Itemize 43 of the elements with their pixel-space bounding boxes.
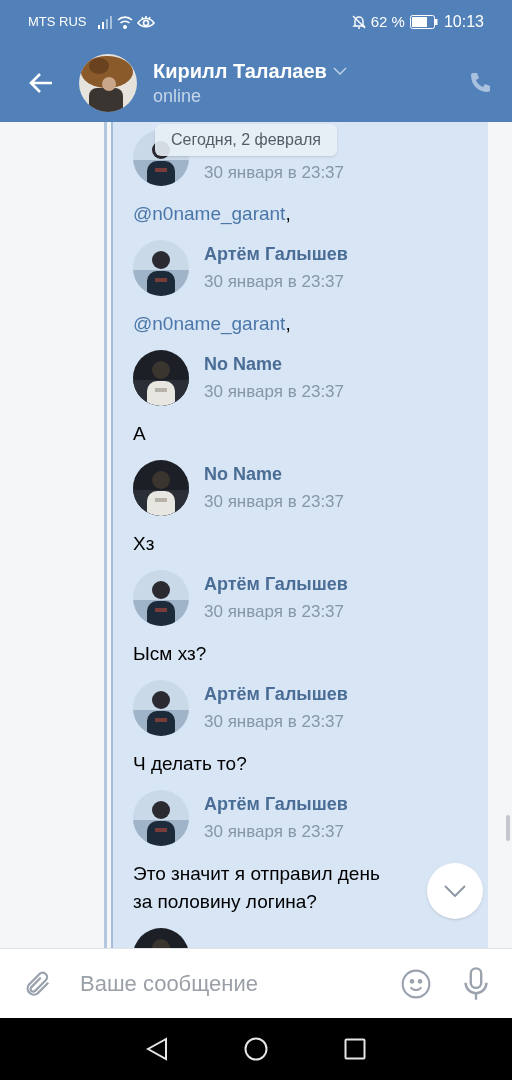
date-badge: Сегодня, 2 февраля [155,124,337,156]
eye-icon [136,15,155,29]
home-icon[interactable] [244,1037,268,1061]
message-time: 30 января в 23:37 [204,601,345,623]
battery-icon [409,15,438,29]
online-status: online [153,85,203,108]
bell-off-icon [350,14,367,30]
message-time: 30 января в 23:37 [204,491,344,513]
message-time: 30 января в 23:37 [204,821,345,843]
sender-name[interactable]: No Name [204,352,344,376]
mention-link[interactable]: @n0name_garant [133,203,286,224]
message-text: Ч делать то? [133,752,247,776]
message-text: А [133,422,146,446]
microphone-icon[interactable] [462,966,490,1001]
sender-name[interactable]: Артём Галышев [204,572,348,596]
back-arrow-icon [28,72,54,94]
sender-name[interactable]: Артём Галышев [204,682,348,706]
message-time: 30 января в 23:37 [204,162,344,184]
message-time: 30 января в 23:37 [204,711,345,733]
message-input[interactable]: Ваше сообщение [80,967,392,1000]
message-text: Ысм хз? [133,642,207,666]
chevron-down-icon [332,67,347,75]
signal-icon [96,15,113,29]
chevron-down-icon [444,885,466,897]
message-text: @n0name_garant, [133,202,291,227]
back-icon[interactable] [146,1037,168,1061]
clock: 10:13 [443,12,484,32]
phone-icon[interactable] [468,71,492,95]
sender-name[interactable]: Артём Галышев [204,792,348,816]
sender-name[interactable]: Артём Галышев [204,242,348,266]
message-time: 30 января в 23:37 [204,381,344,403]
carrier: MTS RUS [28,13,87,32]
mention-link[interactable]: @n0name_garant [133,313,286,334]
wifi-icon [116,15,133,29]
message-time: 30 января в 23:37 [204,271,345,293]
sender-name[interactable]: No Name [204,462,344,486]
recents-icon[interactable] [344,1038,366,1060]
message-text: Это значит я отправил день за половину логина? [133,862,380,914]
smile-icon[interactable] [400,967,432,1000]
message-text: @n0name_garant, [133,312,291,337]
message-text: Хз [133,532,155,556]
contact-name: Кирилл Талалаев [153,59,327,84]
battery-percent: 62 % [370,11,405,32]
